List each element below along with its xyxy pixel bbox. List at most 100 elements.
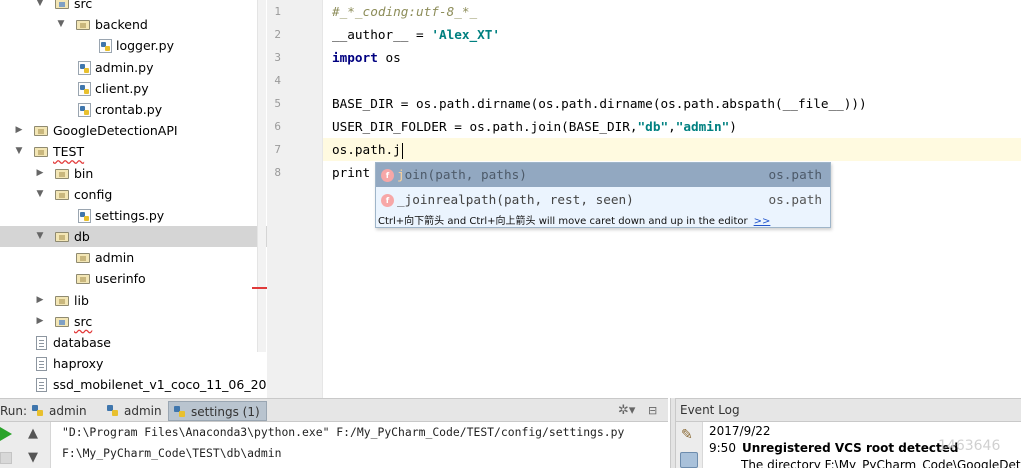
expand-arrow-right-icon[interactable]: ▶ (35, 290, 45, 311)
event-entry: 9:50 Unregistered VCS root detected (709, 439, 958, 457)
expand-arrow-down-icon[interactable]: ▼ (35, 226, 45, 247)
tree-item-label: crontab.py (95, 101, 163, 117)
run-tab[interactable]: settings (1) (168, 401, 267, 421)
tree-item[interactable]: admin.py (0, 57, 267, 78)
code-token: USER_DIR_FOLDER = os.path.join(BASE_DIR, (332, 119, 638, 134)
completion-module: os.path (768, 192, 822, 207)
arrow-down-icon[interactable]: ▼ (28, 450, 42, 465)
rerun-icon[interactable] (0, 427, 12, 441)
tree-item[interactable]: admin (0, 247, 267, 268)
tree-item-label: haproxy (53, 356, 104, 372)
tree-item-label: logger.py (116, 38, 174, 54)
code-token: 'Alex_XT' (431, 27, 501, 42)
wrench-icon[interactable]: ✎ (681, 427, 693, 443)
text-file-icon (36, 357, 47, 372)
completion-item[interactable]: f join(path, paths) os.path (376, 163, 830, 187)
completion-item[interactable]: f _joinrealpath(path, rest, seen) os.path (376, 188, 830, 212)
expand-arrow-right-icon[interactable]: ▶ (35, 311, 45, 332)
expand-arrow-right-icon[interactable]: ▶ (35, 163, 45, 184)
stop-icon[interactable] (0, 452, 12, 464)
python-file-icon (78, 81, 91, 96)
python-file-icon (78, 208, 91, 223)
gear-icon[interactable]: ✲▾ (618, 402, 638, 420)
editor-gutter[interactable]: 1 2 3 4 5 6 7 8 (267, 0, 323, 398)
project-tree[interactable]: ▼ src ▼ backend logger.py admin.py client.py cr… (0, 0, 267, 398)
run-tab[interactable]: admin (27, 401, 93, 421)
text-file-icon (36, 336, 47, 350)
expand-arrow-down-icon[interactable]: ▼ (35, 0, 45, 14)
code-token: ) (729, 119, 737, 134)
tree-item[interactable]: settings.py (0, 205, 267, 226)
hide-panel-icon[interactable]: ⊟ (648, 402, 664, 420)
arrow-up-icon[interactable]: ▲ (28, 426, 42, 441)
folder-icon (55, 295, 69, 306)
line-number: 8 (274, 166, 281, 179)
tree-item[interactable]: ▶ lib (0, 290, 267, 311)
tree-item[interactable]: userinfo (0, 268, 267, 289)
code-completion-popup[interactable]: f _joinrealpath(path, rest, seen) os.path f… (375, 162, 831, 228)
tree-item[interactable]: ▼ db (0, 226, 267, 248)
folder-icon (34, 126, 48, 137)
completion-name: join(path, paths) (397, 163, 527, 187)
tree-item[interactable]: ▼ backend (0, 14, 267, 35)
code-token: #_*_coding:utf-8_*_ (332, 4, 478, 19)
tree-item[interactable]: ▶ bin (0, 163, 267, 184)
line-number: 3 (274, 51, 281, 64)
tree-item[interactable]: ssd_mobilenet_v1_coco_11_06_2017.t (0, 374, 267, 395)
folder-icon (76, 253, 90, 264)
expand-arrow-down-icon[interactable]: ▼ (35, 184, 45, 205)
code-token: import (332, 50, 378, 65)
python-file-icon (78, 102, 91, 117)
text-file-icon (36, 378, 47, 393)
folder-icon (76, 20, 90, 31)
event-log-toolbar: ✎ (676, 422, 703, 468)
folder-icon (76, 274, 90, 285)
tree-item[interactable]: ▶ GoogleDetectionAPI (0, 120, 267, 141)
folder-icon (55, 232, 69, 243)
function-icon: f (381, 194, 394, 207)
tree-item[interactable]: crontab.py (0, 99, 267, 120)
tree-item[interactable]: client.py (0, 78, 267, 99)
tree-item-label: lib (74, 292, 89, 308)
current-line-highlight (323, 138, 1021, 161)
event-detail: The directory F:\My_PyCharm_Code\GoogleD… (741, 458, 1021, 468)
line-number: 7 (274, 143, 281, 156)
completion-hint-text: Ctrl+向下箭头 and Ctrl+向上箭头 will move caret … (378, 216, 748, 227)
tree-item[interactable]: ▼ src (0, 0, 267, 14)
function-icon: f (381, 169, 394, 182)
tree-item-label: db (74, 229, 90, 245)
console-toolbar: ▲ ▼ (0, 422, 51, 468)
code-token: os.path.j (332, 142, 401, 157)
code-line: BASE_DIR = os.path.dirname(os.path.dirna… (332, 93, 867, 115)
tree-item[interactable]: ▼ TEST (0, 141, 267, 162)
run-console-output[interactable]: "D:\Program Files\Anaconda3\python.exe" … (52, 422, 670, 468)
code-token: "db" (637, 119, 669, 134)
balloon-icon[interactable] (680, 452, 698, 468)
tree-item[interactable]: ▶ src (0, 311, 267, 332)
tree-item-label: src (74, 313, 93, 329)
code-token: "admin" (675, 119, 730, 134)
watermark: 1463646 (938, 438, 1001, 454)
tree-item[interactable]: ▼ config (0, 184, 267, 205)
expand-arrow-down-icon[interactable]: ▼ (14, 141, 24, 162)
completion-hint-more-link[interactable]: >> (754, 216, 771, 227)
project-tree-scrollbar[interactable] (257, 0, 266, 352)
console-line: "D:\Program Files\Anaconda3\python.exe" … (62, 425, 625, 439)
error-stripe-marker[interactable] (252, 287, 267, 289)
tree-item[interactable]: database (0, 332, 267, 353)
line-number: 5 (274, 97, 281, 110)
tree-item[interactable]: logger.py (0, 35, 267, 56)
event-title-text[interactable]: Unregistered VCS root detected (742, 441, 959, 455)
tree-item-label: settings.py (95, 207, 165, 223)
tree-item-label: userinfo (95, 271, 146, 287)
expand-arrow-right-icon[interactable]: ▶ (14, 120, 24, 141)
code-token: os (377, 50, 401, 65)
completion-name: _joinrealpath(path, rest, seen) (397, 188, 634, 212)
completion-hint: Ctrl+向下箭头 and Ctrl+向上箭头 will move caret … (378, 212, 770, 227)
code-token: __author__ = (332, 27, 432, 42)
expand-arrow-down-icon[interactable]: ▼ (56, 14, 66, 35)
run-tab[interactable]: admin (102, 401, 168, 421)
event-time: 9:50 (709, 441, 736, 455)
folder-icon (55, 168, 69, 179)
tree-item[interactable]: haproxy (0, 353, 267, 374)
